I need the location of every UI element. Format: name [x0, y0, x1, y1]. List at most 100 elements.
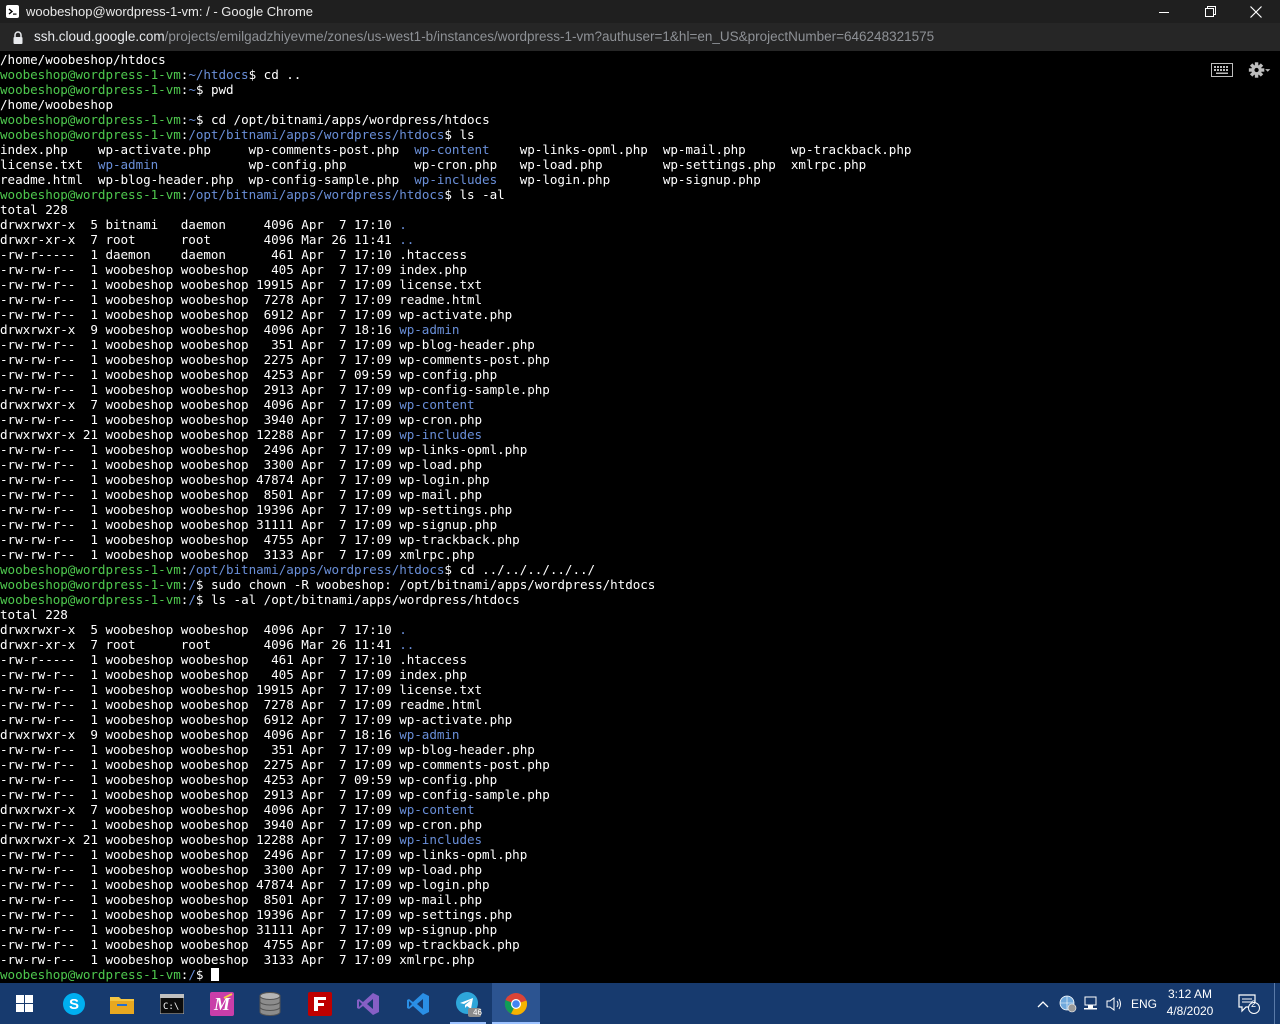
terminal-line: -rw-rw-r-- 1 woobeshop woobeshop 8501 Ap… — [0, 892, 911, 907]
notification-icon — [1238, 993, 1260, 1014]
terminal-text: $ ls -al — [444, 187, 505, 202]
terminal-text: $ cd .. — [248, 67, 302, 82]
settings-button[interactable] — [1248, 60, 1272, 80]
terminal-line: -rw-rw-r-- 1 woobeshop woobeshop 19396 A… — [0, 502, 911, 517]
terminal-text: -rw-rw-r-- 1 woobeshop woobeshop 7278 Ap… — [0, 292, 483, 307]
terminal-text: $ cd ../../../../../ — [444, 562, 596, 577]
url-text[interactable]: ssh.cloud.google.com/projects/emilgadzhi… — [34, 29, 934, 44]
terminal-text: -rw-rw-r-- 1 woobeshop woobeshop 31111 A… — [0, 517, 498, 532]
directory-name: . — [399, 217, 407, 232]
directory-name: wp-includes — [414, 172, 498, 187]
restore-button[interactable] — [1187, 0, 1233, 23]
terminal-text: -rw-rw-r-- 1 woobeshop woobeshop 8501 Ap… — [0, 892, 483, 907]
taskbar-file-explorer[interactable] — [98, 983, 146, 1024]
taskbar-skype[interactable]: S — [50, 983, 98, 1024]
terminal-text: -rw-rw-r-- 1 woobeshop woobeshop 2496 Ap… — [0, 442, 528, 457]
window-title: woobeshop@wordpress-1-vm: / - Google Chr… — [26, 4, 314, 19]
taskbar-filezilla[interactable] — [296, 983, 344, 1024]
prompt-user: woobeshop@wordpress-1-vm — [0, 967, 181, 982]
terminal-line: drwxrwxr-x 21 woobeshop woobeshop 12288 … — [0, 832, 911, 847]
clock[interactable]: 3:12 AM 4/8/2020 — [1160, 986, 1220, 1020]
windows-logo-icon — [15, 995, 33, 1012]
prompt-path: ~ — [188, 112, 196, 127]
terminal-text: drwxrwxr-x 9 woobeshop woobeshop 4096 Ap… — [0, 322, 400, 337]
terminal-text: -rw-rw-r-- 1 woobeshop woobeshop 7278 Ap… — [0, 697, 483, 712]
start-button[interactable] — [0, 983, 48, 1024]
chevron-up-icon — [1037, 1000, 1049, 1007]
terminal-text: -rw-rw-r-- 1 woobeshop woobeshop 405 Apr… — [0, 262, 467, 277]
taskbar-visual-studio[interactable] — [344, 983, 392, 1024]
terminal-line: -rw-rw-r-- 1 woobeshop woobeshop 6912 Ap… — [0, 712, 911, 727]
terminal-text: -rw-r----- 1 daemon daemon 461 Apr 7 17:… — [0, 247, 467, 262]
terminal-text: -rw-rw-r-- 1 woobeshop woobeshop 4755 Ap… — [0, 937, 520, 952]
terminal-text: $ ls -al /opt/bitnami/apps/wordpress/htd… — [195, 592, 520, 607]
terminal-text: -rw-rw-r-- 1 woobeshop woobeshop 2913 Ap… — [0, 382, 550, 397]
terminal-line: /home/woobeshop — [0, 97, 911, 112]
url-path: /projects/emilgadzhiyevme/zones/us-west1… — [164, 29, 935, 44]
taskbar-chrome[interactable] — [492, 983, 540, 1024]
terminal-line: woobeshop@wordpress-1-vm:/$ — [0, 967, 911, 982]
taskbar-terminal[interactable]: C:\ — [148, 983, 196, 1024]
prompt-user: woobeshop@wordpress-1-vm — [0, 82, 181, 97]
terminal-line: woobeshop@wordpress-1-vm:~$ pwd — [0, 82, 911, 97]
terminal-line: -rw-rw-r-- 1 woobeshop woobeshop 47874 A… — [0, 877, 911, 892]
terminal-text: wp-login.php wp-signup.php — [497, 172, 761, 187]
close-button[interactable] — [1233, 0, 1279, 23]
terminal-line: -rw-rw-r-- 1 woobeshop woobeshop 351 Apr… — [0, 742, 911, 757]
terminal-text: wp-config.php wp-cron.php wp-load.php wp… — [158, 157, 867, 172]
show-desktop-divider[interactable] — [1274, 983, 1275, 1024]
prompt-path: /opt/bitnami/apps/wordpress/htdocs — [188, 127, 445, 142]
address-bar[interactable]: ssh.cloud.google.com/projects/emilgadzhi… — [0, 23, 1280, 51]
minimize-button[interactable] — [1141, 0, 1187, 23]
terminal-text: -rw-rw-r-- 1 woobeshop woobeshop 6912 Ap… — [0, 712, 513, 727]
terminal-text: $ — [195, 967, 211, 982]
directory-name: wp-includes — [399, 427, 483, 442]
clock-date: 4/8/2020 — [1166, 1004, 1214, 1018]
keyboard-button[interactable] — [1210, 60, 1234, 80]
tray-network-status[interactable] — [1057, 983, 1079, 1024]
keyboard-icon — [1211, 63, 1233, 77]
directory-name: .. — [399, 637, 415, 652]
terminal-line: -rw-rw-r-- 1 woobeshop woobeshop 4755 Ap… — [0, 937, 911, 952]
directory-name: wp-admin — [399, 322, 460, 337]
terminal-line: total 228 — [0, 202, 911, 217]
telegram-unread-badge: 46 — [473, 1008, 482, 1017]
terminal-line: woobeshop@wordpress-1-vm:/opt/bitnami/ap… — [0, 562, 911, 577]
terminal-text: -rw-rw-r-- 1 woobeshop woobeshop 2496 Ap… — [0, 847, 528, 862]
clock-time: 3:12 AM — [1167, 987, 1213, 1001]
prompt-user: woobeshop@wordpress-1-vm — [0, 67, 181, 82]
terminal-line: -rw-rw-r-- 1 woobeshop woobeshop 7278 Ap… — [0, 697, 911, 712]
ssh-terminal[interactable]: /home/woobeshop/htdocs woobeshop@wordpres… — [0, 51, 1280, 983]
terminal-text: drwxrwxr-x 9 woobeshop woobeshop 4096 Ap… — [0, 727, 400, 742]
taskbar-vscode[interactable] — [394, 983, 442, 1024]
prompt-path: / — [188, 577, 196, 592]
m-app-icon: M — [210, 991, 234, 1016]
directory-name: .. — [399, 232, 415, 247]
terminal-text: -rw-rw-r-- 1 woobeshop woobeshop 2913 Ap… — [0, 787, 550, 802]
action-center-button[interactable]: 2 — [1234, 983, 1264, 1024]
terminal-line: -rw-rw-r-- 1 woobeshop woobeshop 2496 Ap… — [0, 442, 911, 457]
terminal-text: -rw-rw-r-- 1 woobeshop woobeshop 351 Apr… — [0, 337, 535, 352]
taskbar-database[interactable] — [246, 983, 294, 1024]
terminal-line: license.txt wp-admin wp-config.php wp-cr… — [0, 157, 911, 172]
terminal-text: $ sudo chown -R woobeshop: /opt/bitnami/… — [195, 577, 656, 592]
tray-network[interactable] — [1081, 983, 1103, 1024]
taskbar-markdown-editor[interactable]: M — [198, 983, 246, 1024]
prompt-user: woobeshop@wordpress-1-vm — [0, 112, 181, 127]
directory-name: wp-admin — [399, 727, 460, 742]
terminal-line: -rw-rw-r-- 1 woobeshop woobeshop 3300 Ap… — [0, 457, 911, 472]
taskbar-telegram[interactable]: 46 — [444, 983, 492, 1024]
terminal-line: -rw-rw-r-- 1 woobeshop woobeshop 4253 Ap… — [0, 772, 911, 787]
tray-volume[interactable] — [1104, 983, 1126, 1024]
terminal-text: -rw-rw-r-- 1 woobeshop woobeshop 3300 Ap… — [0, 457, 483, 472]
directory-name: wp-content — [399, 802, 475, 817]
svg-text:S: S — [69, 996, 79, 1013]
show-hidden-icons-button[interactable] — [1033, 983, 1053, 1024]
ethernet-icon — [1084, 996, 1097, 1009]
window-title-bar[interactable]: woobeshop@wordpress-1-vm: / - Google Chr… — [0, 0, 1280, 23]
language-indicator[interactable]: ENG — [1128, 983, 1160, 1024]
prompt-user: woobeshop@wordpress-1-vm — [0, 577, 181, 592]
notification-count: 2 — [1251, 999, 1257, 1009]
terminal-text: -rw-rw-r-- 1 woobeshop woobeshop 4253 Ap… — [0, 367, 498, 382]
terminal-line: drwxr-xr-x 7 root root 4096 Mar 26 11:41… — [0, 637, 911, 652]
